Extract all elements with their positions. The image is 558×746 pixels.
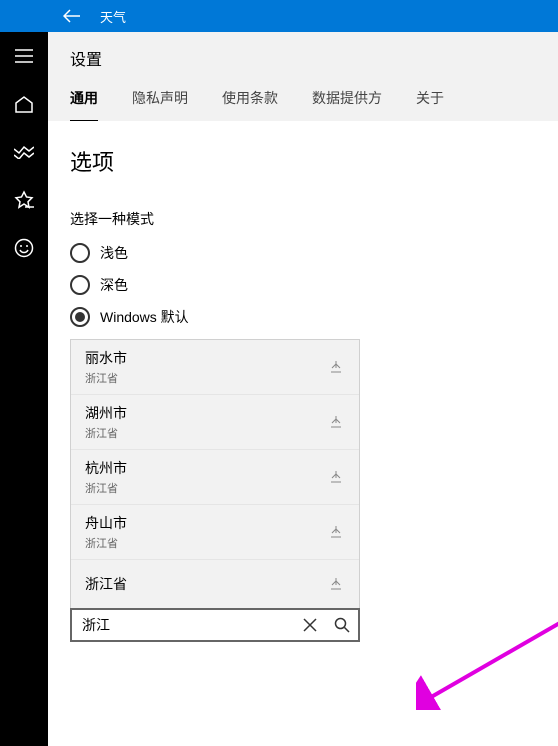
chart-button[interactable] [0, 128, 48, 176]
pin-icon [327, 468, 345, 486]
suggestion-primary: 湖州市 [85, 403, 127, 423]
suggestion-item[interactable]: 湖州市 浙江省 [71, 395, 359, 450]
radio-icon [70, 275, 90, 295]
menu-button[interactable] [0, 32, 48, 80]
clear-button[interactable] [294, 610, 326, 640]
menu-icon [15, 49, 33, 63]
section-title: 选项 [70, 145, 536, 177]
pin-icon [327, 358, 345, 376]
pin-icon [327, 413, 345, 431]
main: 天气 设置 通用 隐私声明 使用条款 数据提供方 关于 选项 选择一种模式 浅色 [48, 0, 558, 746]
radio-icon [70, 243, 90, 263]
suggestion-item[interactable]: 浙江省 [71, 560, 359, 609]
home-icon [14, 95, 34, 113]
suggestion-item[interactable]: 舟山市 浙江省 [71, 505, 359, 560]
suggestion-primary: 杭州市 [85, 458, 127, 478]
radio-label: 浅色 [100, 243, 128, 263]
app-title: 天气 [96, 7, 126, 26]
smile-icon [14, 238, 34, 258]
tab-about[interactable]: 关于 [416, 88, 444, 121]
titlebar: 天气 [48, 0, 558, 32]
pin-icon [327, 575, 345, 593]
back-arrow-icon [63, 9, 81, 23]
search-input[interactable] [72, 617, 294, 633]
search-icon [334, 617, 350, 633]
mode-label: 选择一种模式 [70, 209, 536, 229]
radio-label: Windows 默认 [100, 307, 189, 327]
pin-icon [327, 523, 345, 541]
back-button[interactable] [48, 0, 96, 32]
sidebar [0, 0, 48, 746]
page-title: 设置 [70, 46, 536, 70]
radio-icon [70, 307, 90, 327]
suggestion-secondary: 浙江省 [85, 480, 127, 496]
suggestion-primary: 舟山市 [85, 513, 127, 533]
suggestion-secondary: 浙江省 [85, 535, 127, 551]
location-search [70, 608, 360, 642]
chart-icon [14, 145, 34, 159]
location-suggestions: 丽水市 浙江省 湖州市 浙江省 杭州市 浙江省 [70, 339, 360, 609]
radio-label: 深色 [100, 275, 128, 295]
tab-data-provider[interactable]: 数据提供方 [312, 88, 382, 121]
annotation-arrow [416, 600, 558, 710]
tab-terms[interactable]: 使用条款 [222, 88, 278, 121]
suggestion-item[interactable]: 丽水市 浙江省 [71, 340, 359, 395]
mode-radio-group: 浅色 深色 Windows 默认 [70, 243, 536, 327]
tabs: 通用 隐私声明 使用条款 数据提供方 关于 [70, 88, 536, 121]
content: 选项 选择一种模式 浅色 深色 Windows 默认 Windows 颜色设置 [48, 121, 558, 746]
tab-privacy[interactable]: 隐私声明 [132, 88, 188, 121]
close-icon [303, 618, 317, 632]
star-icon [14, 190, 34, 210]
radio-dark[interactable]: 深色 [70, 275, 536, 295]
tab-general[interactable]: 通用 [70, 88, 98, 122]
radio-light[interactable]: 浅色 [70, 243, 536, 263]
suggestion-primary: 浙江省 [85, 568, 127, 600]
suggestion-primary: 丽水市 [85, 348, 127, 368]
radio-windows-default[interactable]: Windows 默认 [70, 307, 536, 327]
suggestion-secondary: 浙江省 [85, 425, 127, 441]
suggestion-item[interactable]: 杭州市 浙江省 [71, 450, 359, 505]
suggestion-secondary: 浙江省 [85, 370, 127, 386]
search-button[interactable] [326, 610, 358, 640]
favorites-button[interactable] [0, 176, 48, 224]
home-button[interactable] [0, 80, 48, 128]
sidebar-titlebar-spacer [0, 0, 48, 32]
feedback-button[interactable] [0, 224, 48, 272]
settings-header: 设置 通用 隐私声明 使用条款 数据提供方 关于 [48, 32, 558, 121]
